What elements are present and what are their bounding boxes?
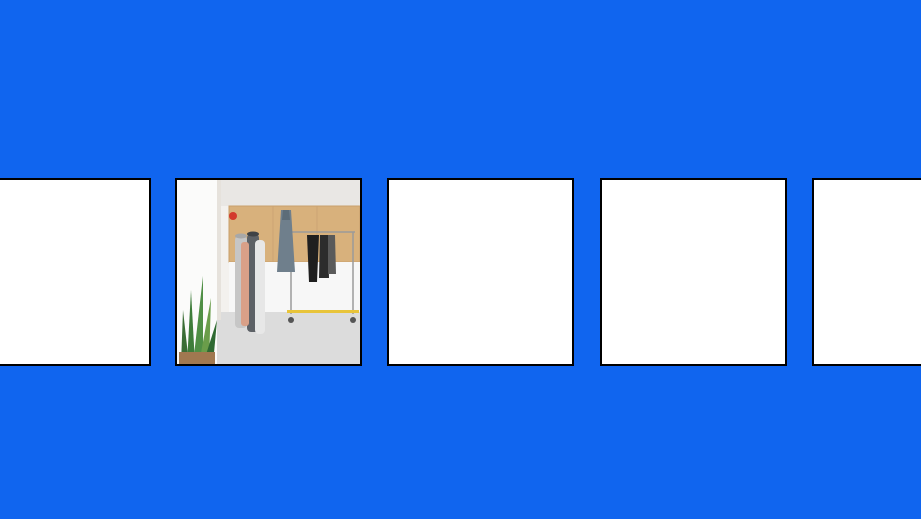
carousel-slide-photo[interactable] xyxy=(175,178,362,366)
carousel-slide-empty[interactable] xyxy=(600,178,787,366)
studio-photo xyxy=(177,180,360,364)
image-carousel[interactable] xyxy=(0,178,921,366)
carousel-slide-empty[interactable] xyxy=(0,178,151,366)
carousel-slide-empty[interactable] xyxy=(812,178,921,366)
carousel-stage xyxy=(0,0,921,519)
carousel-slide-empty[interactable] xyxy=(387,178,574,366)
